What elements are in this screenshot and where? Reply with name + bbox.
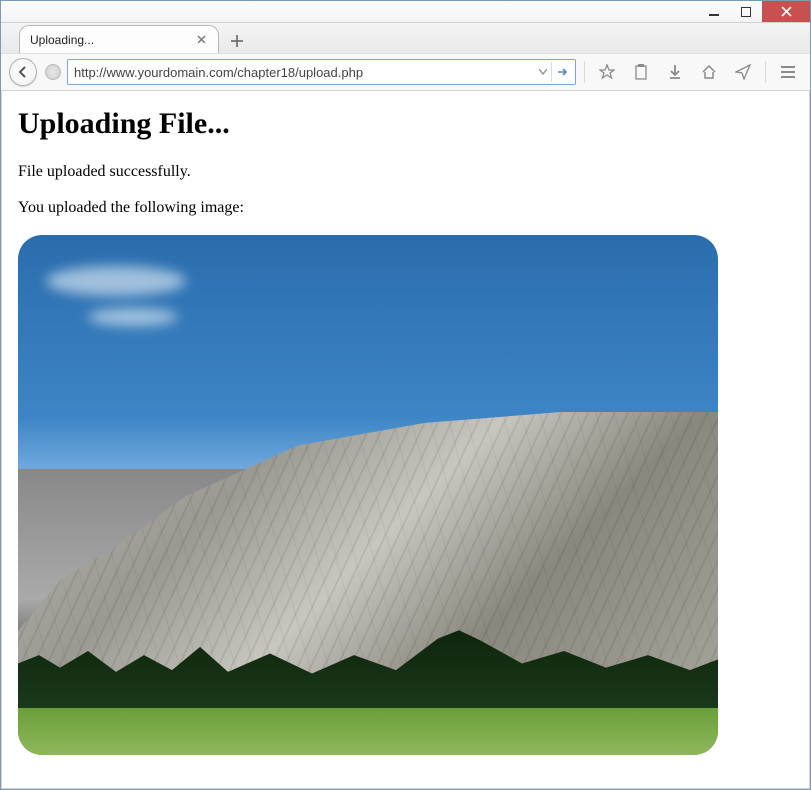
close-button[interactable] [762, 1, 810, 22]
uploaded-image [18, 235, 718, 755]
caption-text: You uploaded the following image: [18, 199, 793, 217]
tab-title: Uploading... [30, 33, 186, 47]
meadow-decoration [18, 708, 718, 755]
maximize-button[interactable] [730, 1, 762, 22]
star-icon [599, 64, 615, 80]
page-content: Uploading File... File uploaded successf… [1, 91, 810, 789]
maximize-icon [741, 7, 751, 17]
close-icon [781, 6, 792, 17]
globe-icon [45, 64, 61, 80]
clipboard-icon [634, 64, 648, 80]
send-button[interactable] [729, 58, 757, 86]
chevron-down-icon [539, 69, 547, 75]
bookmark-button[interactable] [593, 58, 621, 86]
go-button[interactable] [551, 62, 571, 82]
close-icon [197, 35, 206, 44]
page-heading: Uploading File... [18, 107, 793, 141]
home-icon [701, 64, 717, 80]
downloads-button[interactable] [661, 58, 689, 86]
menu-icon [781, 66, 795, 78]
tab-close-button[interactable] [194, 33, 208, 47]
minimize-button[interactable] [698, 1, 730, 22]
tab-strip: Uploading... [1, 23, 810, 53]
toolbar-separator [584, 61, 585, 83]
mountain-decoration [18, 412, 718, 693]
minimize-icon [709, 7, 719, 17]
cloud-decoration [88, 308, 178, 326]
cloud-decoration [46, 266, 186, 296]
plus-icon [231, 35, 243, 47]
menu-button[interactable] [774, 58, 802, 86]
nav-toolbar: http://www.yourdomain.com/chapter18/uplo… [1, 53, 810, 91]
window-titlebar [1, 1, 810, 23]
download-arrow-icon [668, 64, 682, 80]
reading-list-button[interactable] [627, 58, 655, 86]
back-button[interactable] [9, 58, 37, 86]
home-button[interactable] [695, 58, 723, 86]
url-dropdown-button[interactable] [535, 67, 551, 78]
arrow-right-icon [556, 66, 568, 78]
back-arrow-icon [16, 65, 30, 79]
address-bar[interactable]: http://www.yourdomain.com/chapter18/uplo… [67, 59, 576, 85]
toolbar-separator [765, 61, 766, 83]
paper-plane-icon [735, 64, 751, 80]
browser-window: Uploading... http://www.yourdomain.com/c… [0, 0, 811, 790]
status-text: File uploaded successfully. [18, 163, 793, 181]
browser-tab[interactable]: Uploading... [19, 25, 219, 53]
url-text: http://www.yourdomain.com/chapter18/uplo… [74, 65, 535, 80]
new-tab-button[interactable] [225, 29, 249, 53]
